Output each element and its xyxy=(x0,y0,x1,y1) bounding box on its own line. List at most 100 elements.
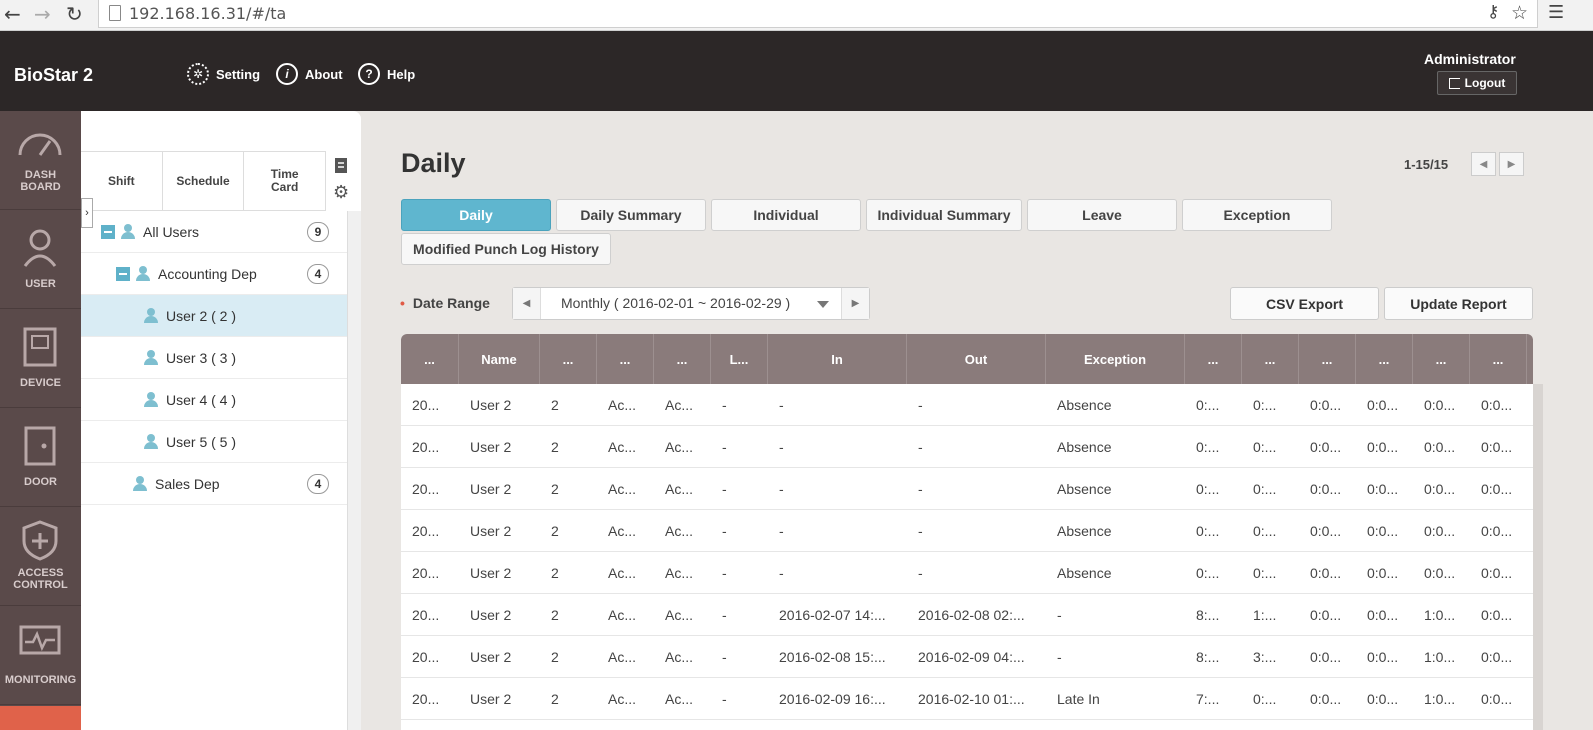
column-header[interactable]: ... xyxy=(597,334,654,384)
table-cell: 2016-02-08 15:... xyxy=(779,649,886,665)
table-cell: 0:0... xyxy=(1310,565,1342,581)
table-cell: - xyxy=(1057,649,1062,665)
table-cell: Ac... xyxy=(665,397,694,413)
gear-icon[interactable]: ⚙ xyxy=(333,182,353,203)
monitor-pulse-icon xyxy=(19,625,61,655)
tab-individual[interactable]: Individual xyxy=(711,199,861,231)
tree-item-user-2[interactable]: User 2 ( 2 ) xyxy=(81,295,347,337)
csv-export-button[interactable]: CSV Export xyxy=(1230,287,1379,320)
logout-label: Logout xyxy=(1464,76,1506,90)
side-label: ACCESS xyxy=(17,567,64,579)
collapse-icon[interactable] xyxy=(116,266,130,281)
table-row[interactable]: 20... User 2 2 Ac... Ac... - - - Absence 0:... 0:.… xyxy=(401,510,1533,552)
table-cell: - xyxy=(1057,607,1062,623)
group-icon xyxy=(136,266,150,281)
table-cell: 0:0... xyxy=(1367,565,1399,581)
tab-time-card[interactable]: Time Card xyxy=(244,152,327,210)
tree-item-all-users[interactable]: All Users 9 xyxy=(81,211,347,253)
tab-leave[interactable]: Leave xyxy=(1027,199,1177,231)
next-page-button[interactable]: ▶ xyxy=(1499,152,1524,176)
table-cell: User 2 xyxy=(470,691,512,707)
tree-item-user-3[interactable]: User 3 ( 3 ) xyxy=(81,337,347,379)
date-prev-button[interactable]: ◀ xyxy=(513,288,541,319)
side-nav-access-control[interactable]: ACCESS CONTROL xyxy=(0,507,81,606)
column-header[interactable]: ... xyxy=(540,334,597,384)
table-row[interactable]: 20... User 2 2 Ac... Ac... - 2016-02-07 14:...… xyxy=(401,594,1533,636)
table-row[interactable]: 20... User 2 2 Ac... Ac... - - - Absence 0:... 0:.… xyxy=(401,552,1533,594)
column-header[interactable]: ... xyxy=(1185,334,1242,384)
side-nav-user[interactable]: USER xyxy=(0,210,81,309)
table-cell: User 2 xyxy=(470,607,512,623)
about-link[interactable]: i About xyxy=(276,63,343,85)
column-header[interactable]: ... xyxy=(1356,334,1413,384)
key-icon[interactable]: ⚷ xyxy=(1487,2,1499,22)
table-cell: User 2 xyxy=(470,397,512,413)
table-row[interactable]: 20... User 2 2 Ac... Ac... - - - Absence 0:... 0:.… xyxy=(401,384,1533,426)
column-header[interactable]: ... xyxy=(1470,334,1527,384)
table-cell: - xyxy=(779,439,784,455)
column-header[interactable]: ... xyxy=(654,334,711,384)
table-cell: 0:0... xyxy=(1481,439,1513,455)
table-row[interactable]: 20... User 2 2 Ac... Ac... - 2016-02-08 15:...… xyxy=(401,636,1533,678)
chevron-down-icon[interactable] xyxy=(817,301,829,308)
tree-item-label: Sales Dep xyxy=(155,475,220,492)
tab-shift[interactable]: Shift xyxy=(81,152,163,210)
tab-individual-summary[interactable]: Individual Summary xyxy=(866,199,1022,231)
tab-schedule[interactable]: Schedule xyxy=(163,152,245,210)
column-header[interactable]: ... xyxy=(1413,334,1470,384)
table-cell: 0:0... xyxy=(1481,691,1513,707)
tab-modified-punch-log-history[interactable]: Modified Punch Log History xyxy=(401,233,611,265)
table-row[interactable]: 20... User 2 2 Ac... Ac... - - - Absence 0:... 0:.… xyxy=(401,426,1533,468)
side-nav-dashboard[interactable]: DASH BOARD xyxy=(0,111,81,210)
tree-scrollbar[interactable] xyxy=(347,211,361,730)
column-header[interactable]: Out xyxy=(907,334,1046,384)
tree-item-sales-dep[interactable]: Sales Dep 4 xyxy=(81,463,347,505)
bookmark-star-icon[interactable]: ☆ xyxy=(1511,2,1528,24)
table-scrollbar[interactable] xyxy=(1533,384,1543,730)
tab-daily-summary[interactable]: Daily Summary xyxy=(556,199,706,231)
collapse-icon[interactable] xyxy=(101,224,115,239)
prev-page-button[interactable]: ◀ xyxy=(1471,152,1496,176)
help-link[interactable]: ? Help xyxy=(358,63,415,85)
forward-arrow-icon[interactable]: → xyxy=(34,2,51,26)
column-header[interactable]: ... xyxy=(401,334,459,384)
tree-item-user-5[interactable]: User 5 ( 5 ) xyxy=(81,421,347,463)
column-header[interactable]: L... xyxy=(711,334,768,384)
column-header[interactable]: ... xyxy=(1299,334,1356,384)
column-header[interactable]: ... xyxy=(1242,334,1299,384)
tree-item-accounting-dep[interactable]: Accounting Dep 4 xyxy=(81,253,347,295)
logout-button[interactable]: Logout xyxy=(1437,71,1517,95)
logout-icon xyxy=(1448,77,1460,89)
table-cell: - xyxy=(722,691,727,707)
reload-icon[interactable]: ↻ xyxy=(66,2,83,26)
update-report-button[interactable]: Update Report xyxy=(1384,287,1533,320)
side-nav-monitoring[interactable]: MONITORING xyxy=(0,606,81,705)
tree-item-user-4[interactable]: User 4 ( 4 ) xyxy=(81,379,347,421)
side-nav-door[interactable]: DOOR xyxy=(0,408,81,507)
table-cell: Late In xyxy=(1057,691,1100,707)
table-cell: Absence xyxy=(1057,481,1112,497)
table-row[interactable]: 20... User 2 2 Ac... Ac... - - - Absence 0:... 0:.… xyxy=(401,468,1533,510)
column-header[interactable]: In xyxy=(768,334,907,384)
count-badge: 4 xyxy=(307,473,329,494)
column-header[interactable]: Name xyxy=(459,334,540,384)
tree-item-label: User 5 ( 5 ) xyxy=(166,433,237,450)
back-arrow-icon[interactable]: ← xyxy=(4,2,21,26)
menu-icon[interactable]: ☰ xyxy=(1548,2,1564,23)
tab-exception[interactable]: Exception xyxy=(1182,199,1332,231)
table-row[interactable]: 20... User 2 2 Ac... Ac... - 2016-02-09 16:...… xyxy=(401,678,1533,720)
setting-link[interactable]: ✲ Setting xyxy=(187,63,260,85)
table-cell: 20... xyxy=(412,523,440,539)
table-cell: 0:... xyxy=(1196,397,1220,413)
table-cell: 0:... xyxy=(1196,439,1220,455)
table-cell: 0:0... xyxy=(1424,523,1456,539)
date-range-select[interactable]: ◀ Monthly ( 2016-02-01 ~ 2016-02-29 ) ▶ xyxy=(512,287,870,320)
table-cell: - xyxy=(918,565,923,581)
address-bar[interactable]: 192.168.16.31/#/ta xyxy=(98,0,1538,28)
side-nav-device[interactable]: DEVICE xyxy=(0,309,81,408)
table-cell: 20... xyxy=(412,397,440,413)
tab-daily[interactable]: Daily xyxy=(401,199,551,231)
date-next-button[interactable]: ▶ xyxy=(841,288,869,319)
column-header[interactable]: Exception xyxy=(1046,334,1185,384)
report-icon[interactable] xyxy=(333,157,349,175)
